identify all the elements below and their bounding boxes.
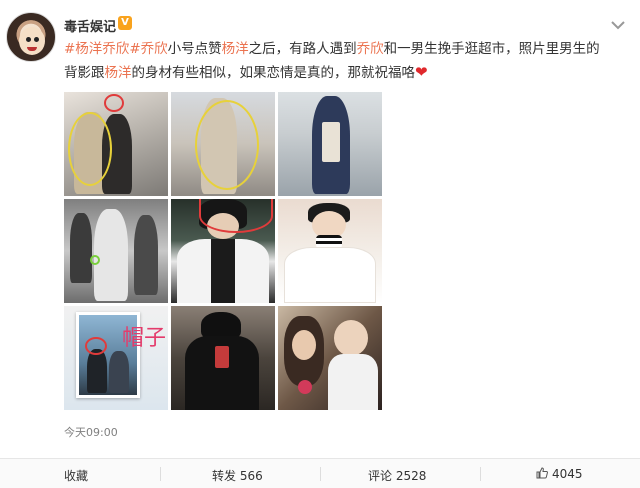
heart-icon: ❤ [415, 63, 428, 81]
photo-2[interactable] [171, 92, 275, 196]
figure-face-man [334, 320, 368, 356]
post-text-segment: 小号点赞 [167, 41, 222, 57]
figure-crowd [70, 213, 92, 283]
action-bar: 收藏 转发 566 评论 2528 4045 [0, 458, 640, 488]
figure-sweater [322, 122, 340, 162]
photo-7[interactable]: 帽子 [64, 306, 168, 410]
highlight-ring-red [199, 199, 273, 233]
divider [320, 467, 321, 481]
photo-8[interactable] [171, 306, 275, 410]
photo-3[interactable] [278, 92, 382, 196]
collect-button[interactable]: 收藏 [64, 467, 88, 484]
photo-6[interactable] [278, 199, 382, 303]
photo-overlay-label: 帽子 [122, 326, 167, 351]
post-text: #杨洋乔欣#乔欣小号点赞杨洋之后，有路人遇到乔欣和一男生挽手逛超市，照片里男生的… [64, 38, 612, 85]
photo-9[interactable] [278, 306, 382, 410]
highlight-ring-red [104, 94, 124, 112]
figure-white-jacket [284, 247, 376, 303]
photo-1[interactable] [64, 92, 168, 196]
photo-5[interactable] [171, 199, 275, 303]
figure-red-print [215, 346, 229, 368]
figure-face-woman [292, 330, 316, 360]
avatar-eye-left [26, 37, 31, 42]
highlight-ring-yellow [68, 112, 112, 186]
avatar-eye-right [34, 37, 39, 42]
hashtag-link[interactable]: #乔欣 [129, 41, 167, 57]
chevron-down-icon[interactable] [610, 20, 626, 32]
like-count: 4045 [552, 467, 583, 481]
post-text-segment: 之后，有路人遇到 [248, 41, 357, 57]
weibo-post-card: 毒舌娱记 V #杨洋乔欣#乔欣小号点赞杨洋之后，有路人遇到乔欣和一男生挽手逛超市… [0, 0, 640, 488]
photo-4[interactable] [64, 199, 168, 303]
figure-white-shirt [328, 354, 378, 410]
post-text-segment: 的身材有些相似，如果恋情是真的，那就祝福咯 [131, 65, 416, 81]
thumbs-up-icon [536, 467, 548, 479]
comment-button[interactable]: 评论 2528 [368, 467, 426, 484]
repost-button[interactable]: 转发 566 [212, 467, 263, 484]
figure-crowd [134, 215, 158, 295]
hashtag-link[interactable]: 杨洋 [105, 65, 132, 81]
user-name[interactable]: 毒舌娱记 [64, 16, 116, 35]
figure-person-right [109, 351, 129, 393]
hashtag-link[interactable]: 杨洋 [222, 41, 249, 57]
figure-white [94, 209, 128, 301]
post-timestamp[interactable]: 今天09:00 [64, 424, 118, 440]
divider [480, 467, 481, 481]
figure-flower [298, 380, 312, 394]
verified-badge-icon: V [118, 16, 132, 30]
figure-black-shirt [211, 239, 235, 303]
hashtag-link[interactable]: 乔欣 [357, 41, 384, 57]
avatar[interactable] [6, 12, 56, 62]
highlight-ring-red [85, 337, 107, 355]
hashtag-link[interactable]: #杨洋乔欣 [64, 41, 129, 57]
highlight-ring-green [90, 255, 100, 265]
divider [160, 467, 161, 481]
like-button[interactable]: 4045 [536, 467, 583, 481]
highlight-ring-yellow [195, 100, 259, 190]
figure-person-left [87, 349, 107, 393]
